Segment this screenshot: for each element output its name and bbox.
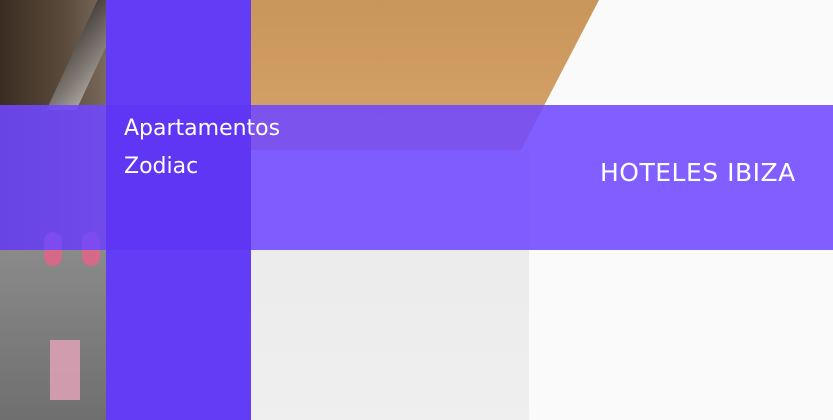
hotel-title-line-1: Apartamentos [124, 116, 281, 141]
category-link[interactable]: HOTELES IBIZA [600, 158, 796, 187]
hotel-title-line-2: Zodiac [124, 154, 199, 179]
photo-sticker [50, 340, 80, 400]
hotel-title: Apartamentos Zodiac [124, 110, 324, 186]
